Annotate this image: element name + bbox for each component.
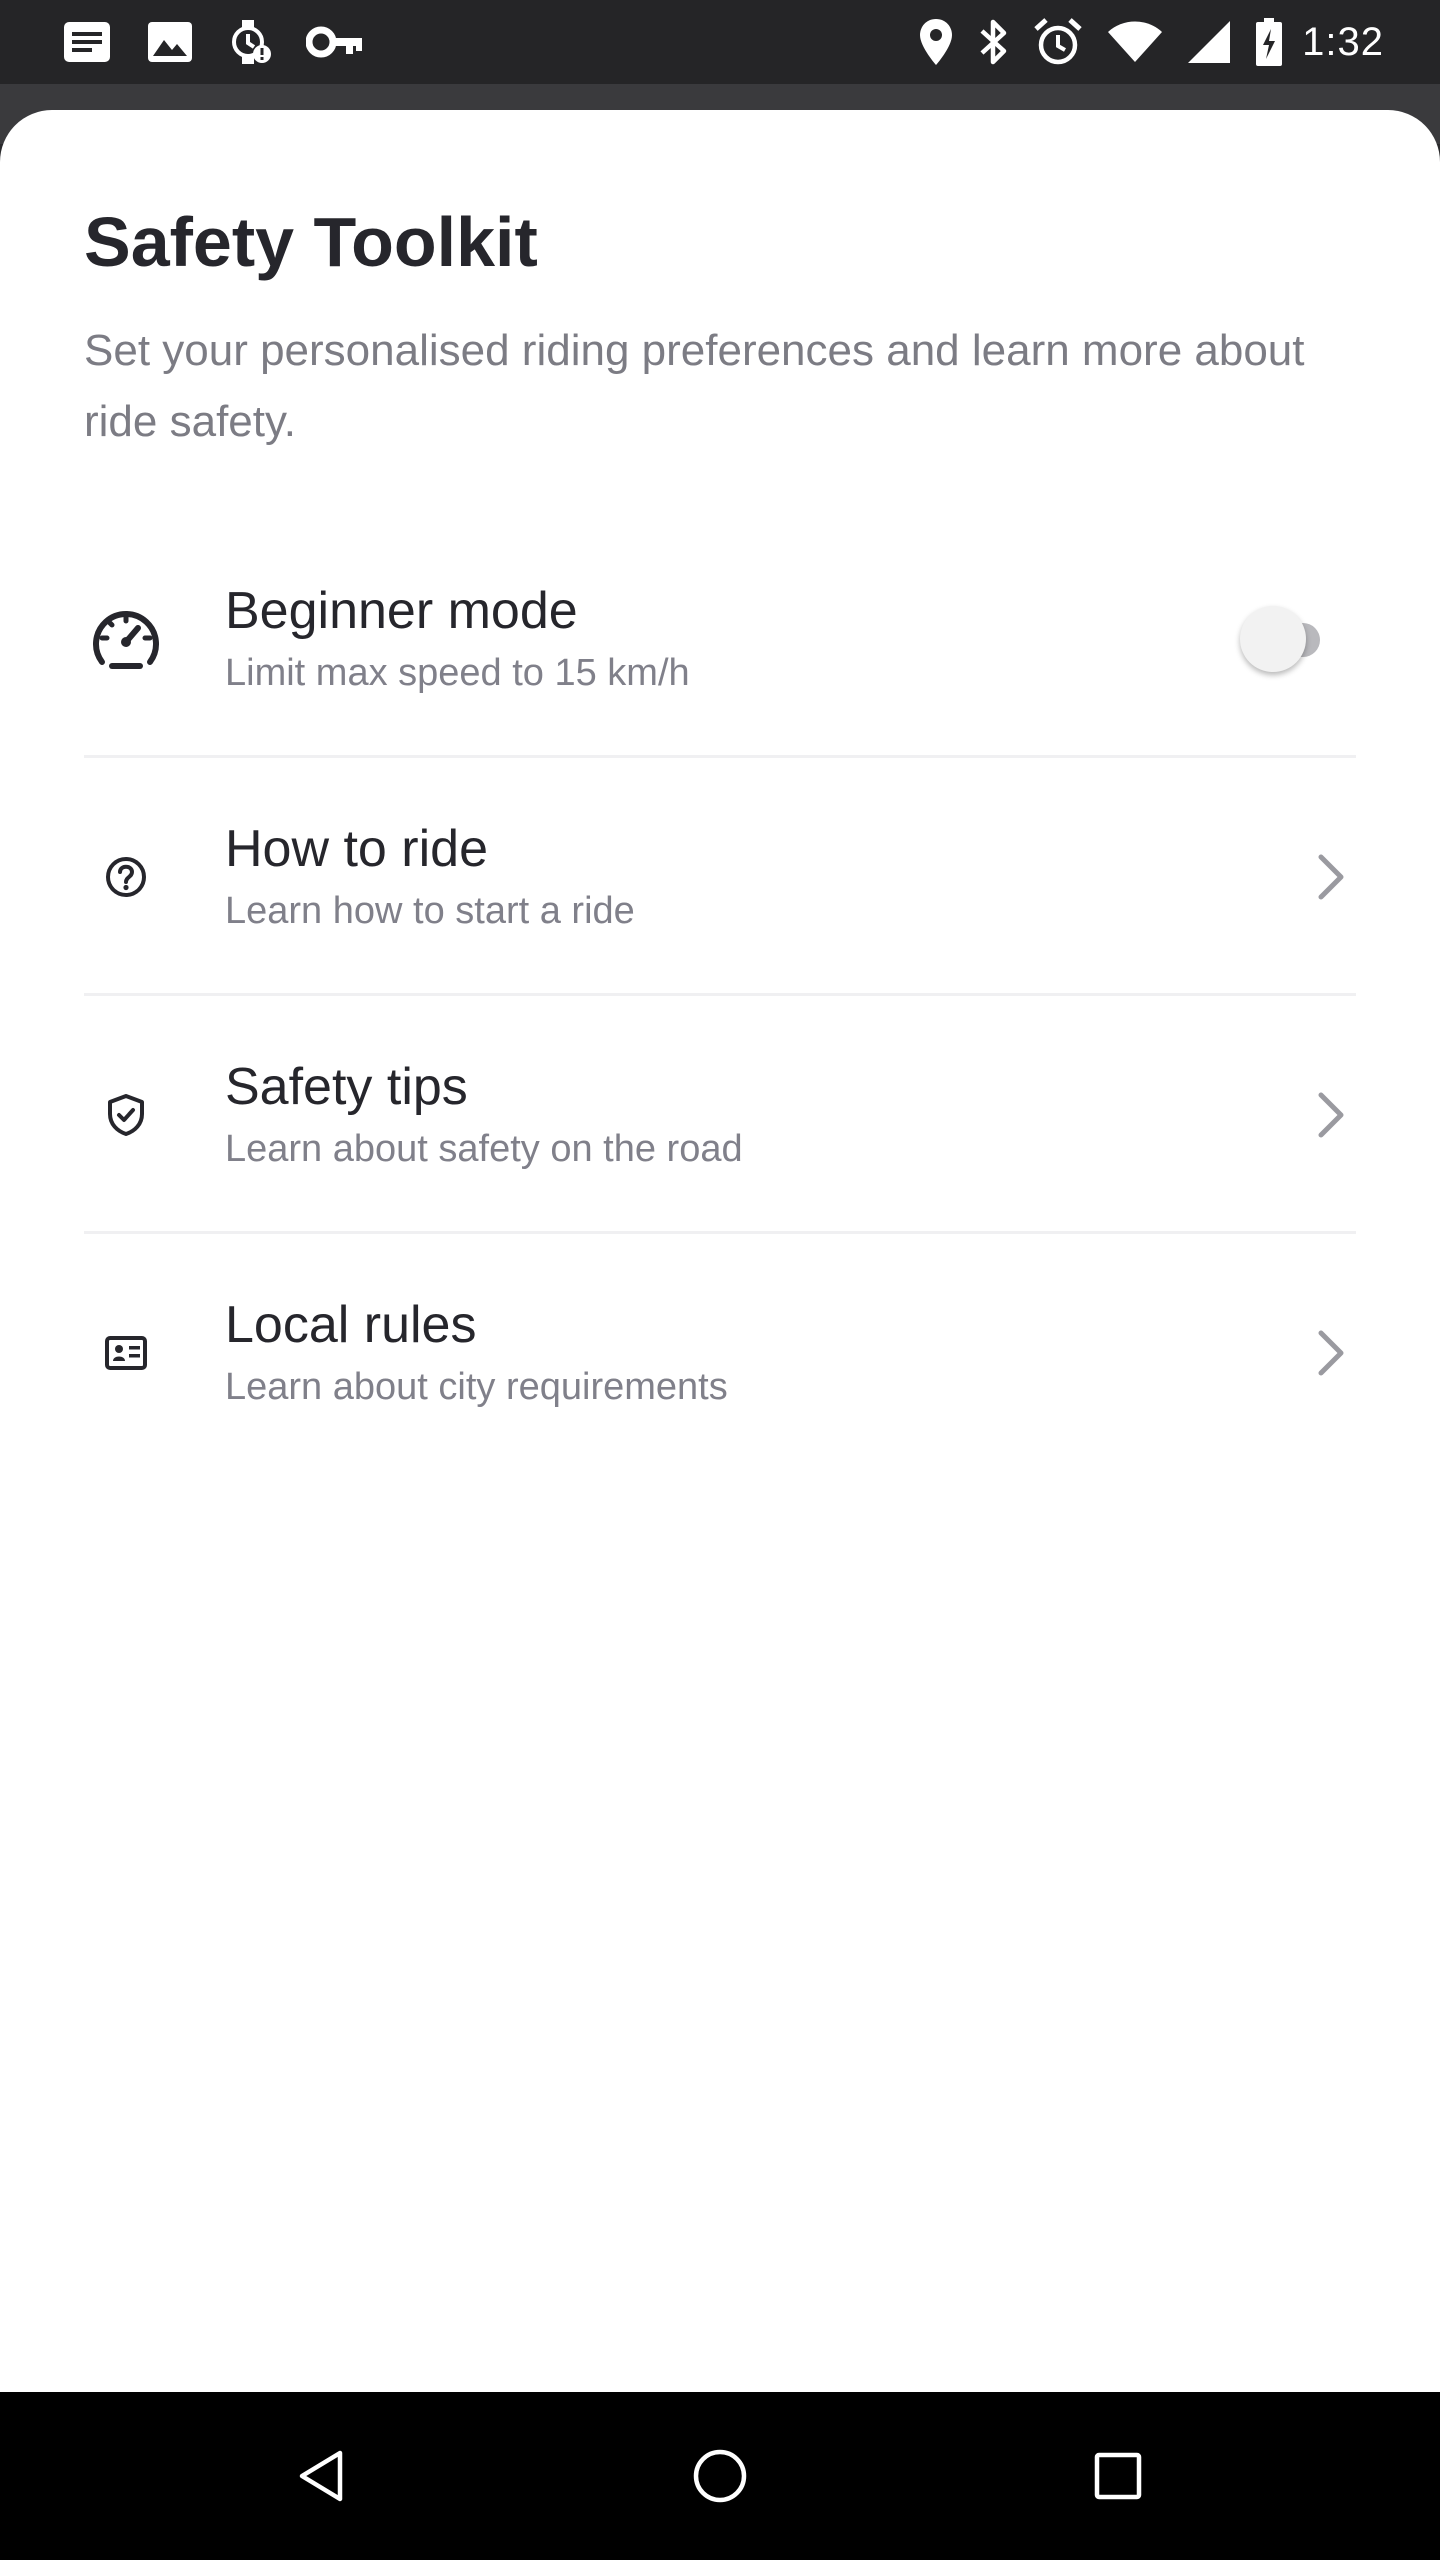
alarm-icon xyxy=(1032,17,1084,67)
safety-tips-subtitle: Learn about safety on the road xyxy=(225,1128,743,1170)
beginner-mode-subtitle: Limit max speed to 15 km/h xyxy=(225,652,690,694)
page-subtitle: Set your personalised riding preferences… xyxy=(84,326,1305,446)
image-icon xyxy=(146,20,194,64)
help-circle-icon xyxy=(84,758,168,996)
cell-signal-icon xyxy=(1186,19,1232,65)
beginner-mode-text: Beginner mode Limit max speed to 15 km/h xyxy=(225,520,690,758)
status-left-icons xyxy=(62,0,398,84)
local-rules-row[interactable]: Local rules Learn about city requirement… xyxy=(84,1234,1356,1472)
watch-alert-icon xyxy=(228,18,272,66)
toggle-thumb xyxy=(1240,606,1306,672)
how-to-ride-text: How to ride Learn how to start a ride xyxy=(225,758,635,996)
home-icon[interactable] xyxy=(660,2392,780,2560)
chevron-right-icon xyxy=(1316,1234,1346,1472)
toolkit-list: Beginner mode Limit max speed to 15 km/h… xyxy=(84,520,1356,1472)
chevron-right-icon xyxy=(1316,758,1346,996)
shield-check-icon xyxy=(84,996,168,1234)
safety-tips-row[interactable]: Safety tips Learn about safety on the ro… xyxy=(84,996,1356,1234)
battery-charging-icon xyxy=(1254,17,1284,67)
safety-tips-title: Safety tips xyxy=(225,1058,468,1116)
status-bar: 1:32 xyxy=(0,0,1440,84)
local-rules-subtitle: Learn about city requirements xyxy=(225,1366,728,1408)
how-to-ride-title: How to ride xyxy=(225,820,488,878)
beginner-mode-toggle[interactable] xyxy=(1240,606,1320,672)
how-to-ride-row[interactable]: How to ride Learn how to start a ride xyxy=(84,758,1356,996)
notes-icon xyxy=(62,20,112,64)
local-rules-title: Local rules xyxy=(225,1296,477,1354)
wifi-icon xyxy=(1106,20,1164,64)
status-right-icons: 1:32 xyxy=(896,0,1384,84)
system-nav-bar xyxy=(0,2392,1440,2560)
page-title: Safety Toolkit xyxy=(84,203,538,281)
beginner-mode-title: Beginner mode xyxy=(225,582,578,640)
speedometer-icon xyxy=(84,520,168,758)
location-icon xyxy=(918,17,954,67)
local-rules-text: Local rules Learn about city requirement… xyxy=(225,1234,728,1472)
beginner-mode-row: Beginner mode Limit max speed to 15 km/h xyxy=(84,520,1356,758)
chevron-right-icon xyxy=(1316,996,1346,1234)
id-card-icon xyxy=(84,1234,168,1472)
safety-toolkit-sheet: Safety Toolkit Set your personalised rid… xyxy=(0,110,1440,2392)
key-icon xyxy=(306,24,364,60)
back-icon[interactable] xyxy=(262,2392,382,2560)
recents-icon[interactable] xyxy=(1058,2392,1178,2560)
safety-tips-text: Safety tips Learn about safety on the ro… xyxy=(225,996,743,1234)
how-to-ride-subtitle: Learn how to start a ride xyxy=(225,890,635,932)
status-time: 1:32 xyxy=(1302,19,1384,64)
bluetooth-icon xyxy=(976,17,1010,67)
